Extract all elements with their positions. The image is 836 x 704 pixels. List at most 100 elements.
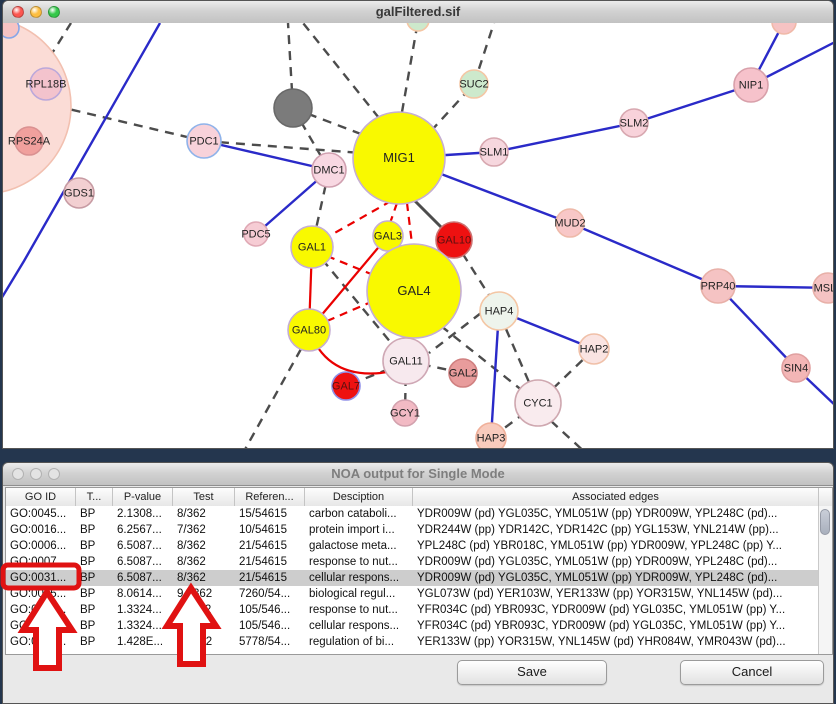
cancel-button[interactable]: Cancel bbox=[680, 660, 824, 685]
edge-gray-dash[interactable] bbox=[402, 23, 418, 112]
table-cell[interactable]: regulation of bi... bbox=[305, 634, 413, 650]
edge-blue[interactable] bbox=[634, 85, 751, 123]
table-cell[interactable]: BP bbox=[76, 522, 113, 538]
table-cell[interactable]: YDR009W (pd) YGL035C, YML051W (pp) YDR00… bbox=[413, 554, 819, 570]
table-cell[interactable]: GO:0016... bbox=[6, 522, 76, 538]
column-header-go-id[interactable]: GO ID bbox=[6, 488, 76, 506]
table-cell[interactable]: carbon cataboli... bbox=[305, 506, 413, 522]
table-row[interactable]: GO:0031...BP6.5087...8/36221/54615cellul… bbox=[6, 570, 819, 586]
table-cell[interactable]: 105/546... bbox=[235, 602, 305, 618]
table-cell[interactable]: 21/54615 bbox=[235, 554, 305, 570]
edge-gray-dash[interactable] bbox=[303, 23, 379, 118]
table-cell[interactable]: GO:0031... bbox=[6, 602, 76, 618]
table-cell[interactable]: YFR034C (pd) YBR093C, YDR009W (pd) YGL03… bbox=[413, 602, 819, 618]
table-cell[interactable]: 8/362 bbox=[173, 538, 235, 554]
table-cell[interactable]: BP bbox=[76, 618, 113, 634]
table-cell[interactable]: YDR009W (pd) YGL035C, YML051W (pp) YDR00… bbox=[413, 506, 819, 522]
table-row[interactable]: GO:0031...BP1.3324...11/362105/546...res… bbox=[6, 602, 819, 618]
table-cell[interactable]: 11/362 bbox=[173, 618, 235, 634]
table-cell[interactable]: GO:0031... bbox=[6, 618, 76, 634]
edge-gray-dash[interactable] bbox=[551, 421, 589, 449]
edge-blue[interactable] bbox=[491, 326, 498, 438]
table-cell[interactable]: response to nut... bbox=[305, 602, 413, 618]
table-cell[interactable]: 21/54615 bbox=[235, 570, 305, 586]
table-cell[interactable]: YDR244W (pp) YDR142C, YDR142C (pp) YGL15… bbox=[413, 522, 819, 538]
edge-blue[interactable] bbox=[204, 141, 329, 170]
table-cell[interactable]: biological regul... bbox=[305, 586, 413, 602]
node-unlabeled[interactable] bbox=[274, 89, 312, 127]
table-cell[interactable]: YDR009W (pd) YGL035C, YML051W (pp) YDR00… bbox=[413, 570, 819, 586]
column-header-t-[interactable]: T... bbox=[76, 488, 113, 506]
table-cell[interactable]: BP bbox=[76, 538, 113, 554]
node-unlabeled[interactable] bbox=[407, 23, 429, 31]
table-cell[interactable]: 15/54615 bbox=[235, 506, 305, 522]
table-cell[interactable]: 10/54615 bbox=[235, 522, 305, 538]
table-cell[interactable]: GO:0007... bbox=[6, 554, 76, 570]
noa-window-titlebar[interactable]: NOA output for Single Mode bbox=[3, 463, 833, 486]
table-row[interactable]: GO:0031...BP1.3324...11/362105/546...cel… bbox=[6, 618, 819, 634]
table-cell[interactable]: 8/362 bbox=[173, 506, 235, 522]
table-cell[interactable]: GO:0031... bbox=[6, 570, 76, 586]
node-unlabeled[interactable] bbox=[772, 23, 796, 34]
table-cell[interactable]: 8/362 bbox=[173, 554, 235, 570]
table-cell[interactable]: 8.0614... bbox=[113, 586, 173, 602]
node-unlabeled[interactable] bbox=[3, 23, 71, 194]
table-cell[interactable]: BP bbox=[76, 602, 113, 618]
edge-blue[interactable] bbox=[494, 123, 634, 152]
table-cell[interactable]: 6.2567... bbox=[113, 522, 173, 538]
graph-window-titlebar[interactable]: galFiltered.sif bbox=[3, 1, 833, 24]
table-cell[interactable]: 6.5087... bbox=[113, 538, 173, 554]
table-row[interactable]: GO:0065...BP8.0614...94/3627260/54...bio… bbox=[6, 586, 819, 602]
table-cell[interactable]: 1.428E... bbox=[113, 634, 173, 650]
table-row[interactable]: GO:0016...BP6.2567...7/36210/54615protei… bbox=[6, 522, 819, 538]
column-header-p-value[interactable]: P-value bbox=[113, 488, 173, 506]
table-cell[interactable]: 105/546... bbox=[235, 618, 305, 634]
table-cell[interactable]: YGL073W (pd) YER103W, YER133W (pp) YOR31… bbox=[413, 586, 819, 602]
column-header-referen-[interactable]: Referen... bbox=[235, 488, 305, 506]
column-header-test[interactable]: Test bbox=[173, 488, 235, 506]
table-cell[interactable]: YER133W (pp) YOR315W, YNL145W (pd) YHR08… bbox=[413, 634, 819, 650]
edge-gray-dash[interactable] bbox=[243, 349, 301, 449]
table-cell[interactable]: GO:0050... bbox=[6, 634, 76, 650]
table-cell[interactable]: 8/362 bbox=[173, 570, 235, 586]
table-cell[interactable]: BP bbox=[76, 586, 113, 602]
table-cell[interactable]: 21/54615 bbox=[235, 538, 305, 554]
table-row[interactable]: GO:0050...BP1.428E...80/3625778/54...reg… bbox=[6, 634, 819, 650]
edge-blue[interactable] bbox=[570, 223, 718, 286]
table-cell[interactable]: BP bbox=[76, 570, 113, 586]
table-cell[interactable]: 80/362 bbox=[173, 634, 235, 650]
network-canvas[interactable]: RPL18BRPS24AGDS1PDC1PDC5MIG1SUC2SLM1SLM2… bbox=[3, 23, 833, 449]
table-cell[interactable]: 94/362 bbox=[173, 586, 235, 602]
edge-gray-dash[interactable] bbox=[56, 106, 204, 141]
table-cell[interactable]: cellular respons... bbox=[305, 570, 413, 586]
table-cell[interactable]: 6.5087... bbox=[113, 570, 173, 586]
table-row[interactable]: GO:0007...BP6.5087...8/36221/54615respon… bbox=[6, 554, 819, 570]
table-row[interactable]: GO:0045...BP2.1308...8/36215/54615carbon… bbox=[6, 506, 819, 522]
table-row[interactable]: GO:0006...BP6.5087...8/36221/54615galact… bbox=[6, 538, 819, 554]
table-cell[interactable]: YFR034C (pd) YBR093C, YDR009W (pd) YGL03… bbox=[413, 618, 819, 634]
table-cell[interactable]: 11/362 bbox=[173, 602, 235, 618]
scrollbar-thumb[interactable] bbox=[820, 509, 830, 535]
table-cell[interactable]: BP bbox=[76, 634, 113, 650]
table-cell[interactable]: 7260/54... bbox=[235, 586, 305, 602]
table-cell[interactable]: YPL248C (pd) YBR018C, YML051W (pp) YDR00… bbox=[413, 538, 819, 554]
table-cell[interactable]: 2.1308... bbox=[113, 506, 173, 522]
table-cell[interactable]: cellular respons... bbox=[305, 618, 413, 634]
table-cell[interactable]: 1.3324... bbox=[113, 602, 173, 618]
save-button[interactable]: Save bbox=[457, 660, 607, 685]
column-header-associated-edges[interactable]: Associated edges bbox=[413, 488, 819, 506]
table-cell[interactable]: 7/362 bbox=[173, 522, 235, 538]
edge-red-dash[interactable] bbox=[407, 203, 412, 244]
table-cell[interactable]: BP bbox=[76, 554, 113, 570]
table-cell[interactable]: protein import i... bbox=[305, 522, 413, 538]
table-cell[interactable]: 5778/54... bbox=[235, 634, 305, 650]
table-cell[interactable]: 1.3324... bbox=[113, 618, 173, 634]
table-cell[interactable]: 6.5087... bbox=[113, 554, 173, 570]
table-cell[interactable]: GO:0006... bbox=[6, 538, 76, 554]
vertical-scrollbar[interactable] bbox=[818, 506, 832, 654]
table-cell[interactable]: galactose meta... bbox=[305, 538, 413, 554]
table-cell[interactable]: GO:0045... bbox=[6, 506, 76, 522]
table-cell[interactable]: GO:0065... bbox=[6, 586, 76, 602]
column-header-desciption[interactable]: Desciption bbox=[305, 488, 413, 506]
table-cell[interactable]: response to nut... bbox=[305, 554, 413, 570]
